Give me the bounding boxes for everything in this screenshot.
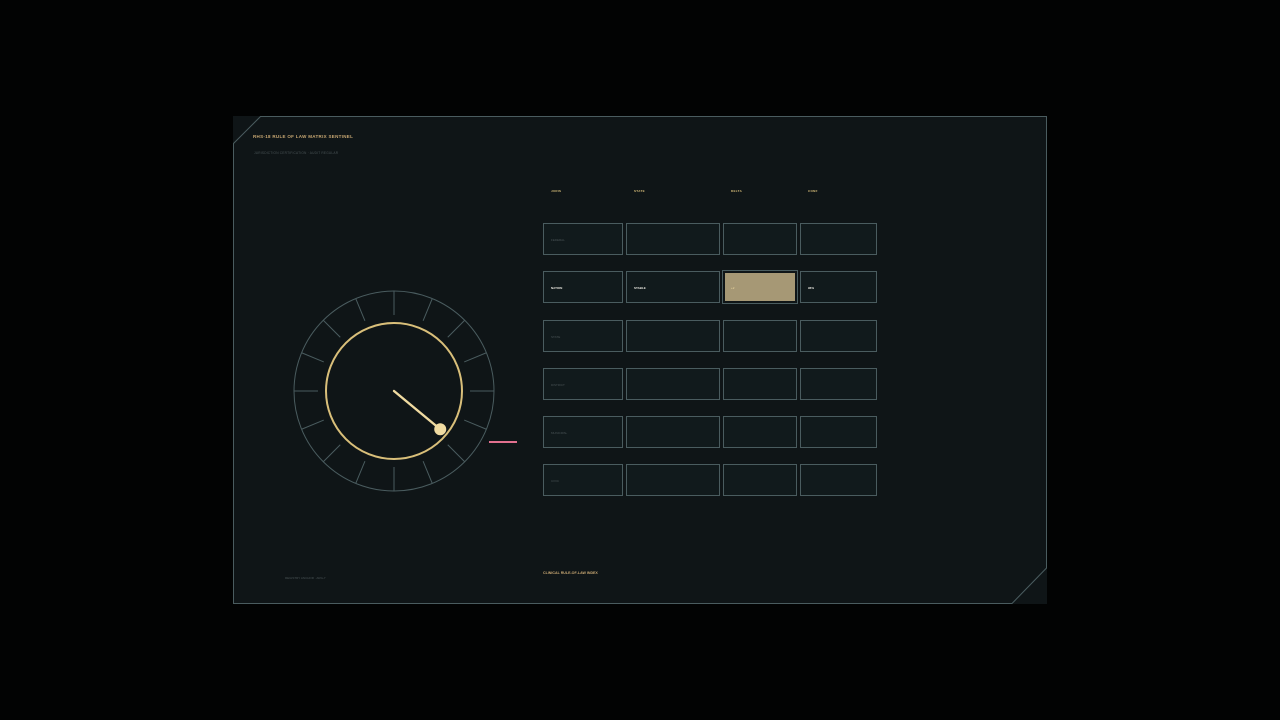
cell-state[interactable] [626, 416, 720, 448]
cell-conf[interactable] [800, 368, 877, 400]
gauge-needle [392, 389, 442, 431]
conf-value: 96% [808, 286, 815, 290]
gauge-tick [464, 419, 487, 430]
gauge-tick [464, 352, 487, 363]
footer-registry-label: REGISTRY ANCHOR · ARG-7 [285, 576, 326, 580]
cell-conf[interactable]: 96% [800, 271, 877, 303]
cell-state[interactable] [626, 223, 720, 255]
cell-delta[interactable] [723, 223, 797, 255]
cell-juris[interactable]: STATE [543, 320, 623, 352]
gauge-tick [322, 319, 341, 338]
cell-delta[interactable] [723, 464, 797, 496]
gauge-tick [322, 444, 341, 463]
gauge-tick [301, 419, 324, 430]
app-subtitle: JURISDICTION CERTIFICATION · AUDIT REGUL… [254, 151, 339, 155]
row-label: CIVIC [551, 479, 560, 483]
alert-indicator-mark [489, 441, 517, 443]
state-value: STABLE [634, 286, 646, 290]
cell-delta-highlighted[interactable]: +2 [723, 271, 797, 303]
cell-conf[interactable] [800, 416, 877, 448]
delta-value: +2 [731, 286, 735, 290]
gauge-tick [301, 352, 324, 363]
cell-conf[interactable] [800, 320, 877, 352]
row-label: STATE [551, 335, 561, 339]
row-label: FEDERAL [551, 238, 565, 242]
cell-delta[interactable] [723, 368, 797, 400]
column-header-juris: JURIS [551, 189, 562, 193]
cell-state[interactable] [626, 464, 720, 496]
cell-conf[interactable] [800, 464, 877, 496]
row-label: MUNICIPAL [551, 431, 568, 435]
gauge-tick [447, 319, 466, 338]
cell-state[interactable] [626, 320, 720, 352]
cell-juris[interactable]: MUNICIPAL [543, 416, 623, 448]
rule-of-law-gauge [293, 290, 495, 492]
gauge-tick [355, 461, 366, 484]
gauge-needle-tip [434, 423, 447, 436]
cell-delta[interactable] [723, 320, 797, 352]
cell-juris[interactable]: NATION [543, 271, 623, 303]
cell-juris[interactable]: DISTRICT [543, 368, 623, 400]
cell-conf[interactable] [800, 223, 877, 255]
column-header-delta: DELTA [731, 189, 743, 193]
column-header-state: STATE [634, 189, 645, 193]
row-label: DISTRICT [551, 383, 565, 387]
cell-juris[interactable]: FEDERAL [543, 223, 623, 255]
sentinel-panel: RHS-18 RULE OF LAW MATRIX SENTINEL JURIS… [233, 116, 1047, 604]
gauge-tick [422, 461, 433, 484]
cell-juris[interactable]: CIVIC [543, 464, 623, 496]
gauge-tick [355, 298, 366, 321]
gauge-tick [422, 298, 433, 321]
row-label: NATION [551, 286, 563, 290]
app-title: RHS-18 RULE OF LAW MATRIX SENTINEL [253, 134, 354, 139]
column-header-conf: CONF [808, 189, 818, 193]
cell-state[interactable]: STABLE [626, 271, 720, 303]
cell-delta[interactable] [723, 416, 797, 448]
gauge-tick [447, 444, 466, 463]
cell-state[interactable] [626, 368, 720, 400]
footer-index-label: CLINICAL RULE-OF-LAW INDEX [543, 571, 598, 575]
